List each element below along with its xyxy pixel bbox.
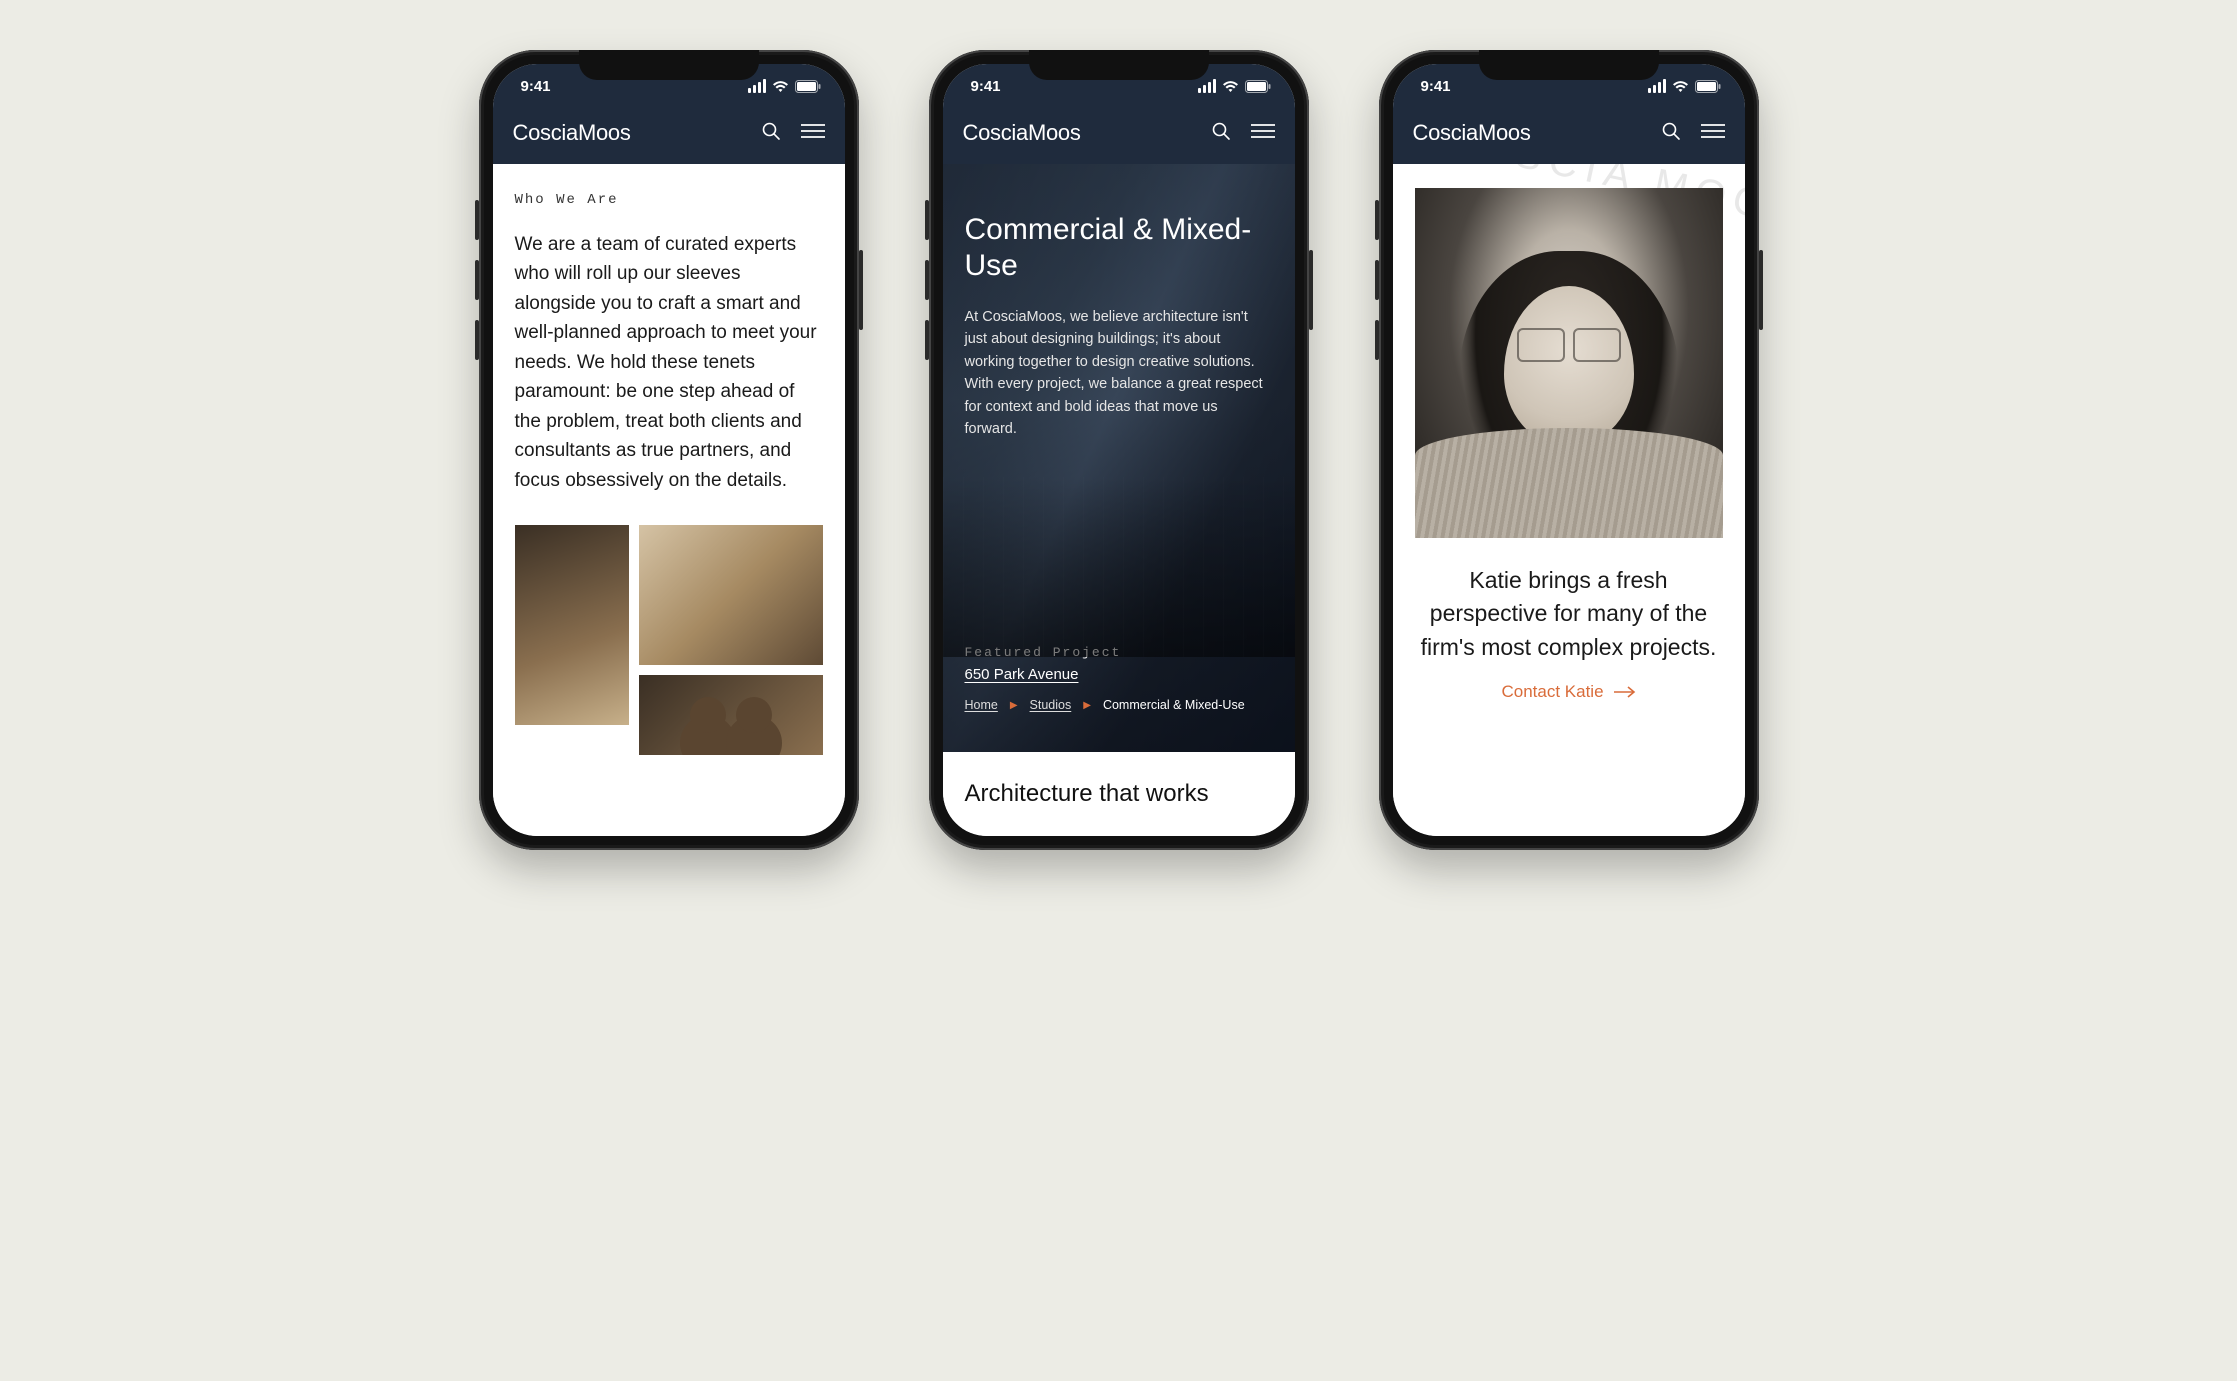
contact-link-label: Contact Katie [1501, 682, 1603, 702]
featured-label: Featured Project [965, 645, 1273, 660]
phone-notch [579, 50, 759, 80]
phone-screen: 9:41 CosciaMoos [943, 64, 1295, 836]
featured-project: Featured Project 650 Park Avenue Home ▶ … [965, 645, 1273, 736]
signal-icon [748, 79, 766, 93]
status-icons [748, 79, 821, 93]
wifi-icon [772, 80, 789, 93]
phone-mockup-3: 9:41 CosciaMoos [1379, 50, 1759, 850]
chevron-right-icon: ▶ [1083, 700, 1091, 711]
phone-mockup-1: 9:41 CosciaMoos [479, 50, 859, 850]
studio-page: Commercial & Mixed-Use At CosciaMoos, we… [943, 164, 1295, 836]
wifi-icon [1222, 80, 1239, 93]
app-header: CosciaMoos [1393, 108, 1745, 164]
battery-icon [795, 80, 821, 93]
phone-screen: 9:41 CosciaMoos [493, 64, 845, 836]
app-header: CosciaMoos [943, 108, 1295, 164]
hero-section: Commercial & Mixed-Use At CosciaMoos, we… [943, 164, 1295, 752]
breadcrumb-studios[interactable]: Studios [1030, 698, 1072, 712]
status-time: 9:41 [971, 78, 1001, 95]
bio-summary: Katie brings a fresh perspective for man… [1415, 538, 1723, 682]
battery-icon [1695, 80, 1721, 93]
header-actions [761, 121, 825, 146]
battery-icon [1245, 80, 1271, 93]
app-header: CosciaMoos [493, 108, 845, 164]
phone-notch [1029, 50, 1209, 80]
page-title: Commercial & Mixed-Use [965, 212, 1273, 284]
menu-icon[interactable] [801, 123, 825, 144]
breadcrumb-home[interactable]: Home [965, 698, 998, 712]
chevron-right-icon: ▶ [1010, 700, 1018, 711]
about-image-grid [515, 525, 823, 755]
menu-icon[interactable] [1701, 123, 1725, 144]
signal-icon [1198, 79, 1216, 93]
about-image-1 [515, 525, 630, 725]
phone-mockup-2: 9:41 CosciaMoos [929, 50, 1309, 850]
phone-screen: 9:41 CosciaMoos [1393, 64, 1745, 836]
brand-logo[interactable]: CosciaMoos [1413, 120, 1531, 146]
header-actions [1211, 121, 1275, 146]
wifi-icon [1672, 80, 1689, 93]
breadcrumb: Home ▶ Studios ▶ Commercial & Mixed-Use [965, 684, 1273, 718]
search-icon[interactable] [1211, 121, 1231, 146]
signal-icon [1648, 79, 1666, 93]
status-icons [1198, 79, 1271, 93]
section-heading: Architecture that works [943, 752, 1295, 836]
hero-body-text: At CosciaMoos, we believe architecture i… [965, 306, 1273, 441]
breadcrumb-current: Commercial & Mixed-Use [1103, 698, 1245, 712]
status-time: 9:41 [521, 78, 551, 95]
about-image-2 [639, 525, 822, 665]
contact-link[interactable]: Contact Katie [1501, 682, 1635, 702]
bio-portrait [1415, 188, 1723, 538]
arrow-right-icon [1614, 686, 1636, 698]
search-icon[interactable] [1661, 121, 1681, 146]
about-page: Who We Are We are a team of curated expe… [493, 164, 845, 836]
about-image-3 [639, 675, 822, 755]
brand-logo[interactable]: CosciaMoos [513, 120, 631, 146]
featured-project-link[interactable]: 650 Park Avenue [965, 666, 1079, 683]
status-icons [1648, 79, 1721, 93]
brand-logo[interactable]: CosciaMoos [963, 120, 1081, 146]
section-eyebrow: Who We Are [515, 192, 823, 208]
menu-icon[interactable] [1251, 123, 1275, 144]
search-icon[interactable] [761, 121, 781, 146]
phone-notch [1479, 50, 1659, 80]
bio-page: OSCIA MOQ Katie brings a fresh perspecti… [1393, 164, 1745, 836]
header-actions [1661, 121, 1725, 146]
status-time: 9:41 [1421, 78, 1451, 95]
about-body-text: We are a team of curated experts who wil… [515, 230, 823, 495]
